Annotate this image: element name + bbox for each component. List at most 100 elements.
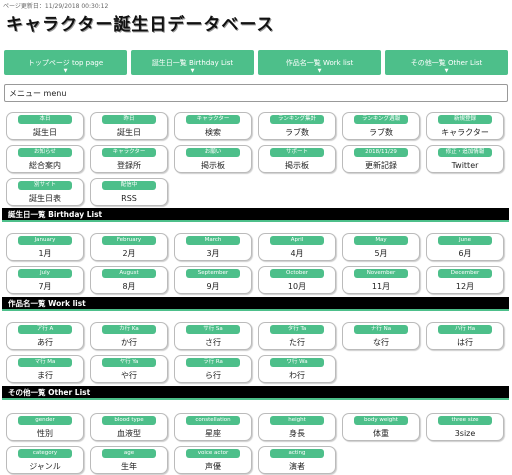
- kana-button[interactable]: サ行 Sa さ行: [174, 322, 252, 350]
- other-button[interactable]: age 生年: [90, 446, 168, 474]
- other-button[interactable]: voice actor 声優: [174, 446, 252, 474]
- kana-button[interactable]: ヤ行 Ya や行: [90, 355, 168, 383]
- kana-button-label: わ行: [289, 371, 305, 380]
- menu-button-tag: 修正・追加情報: [438, 148, 492, 157]
- menu-button[interactable]: 本日 誕生日: [6, 112, 84, 140]
- other-button-tag: category: [18, 449, 72, 458]
- month-button[interactable]: March 3月: [174, 233, 252, 261]
- month-button-label: 8月: [122, 282, 136, 291]
- kana-button[interactable]: ラ行 Ra ら行: [174, 355, 252, 383]
- top-navigation: トップページ top page ▼ 誕生日一覧 Birthday List ▼ 作品…: [4, 50, 508, 75]
- other-button-label: 身長: [289, 429, 305, 438]
- month-button[interactable]: April 4月: [258, 233, 336, 261]
- other-button-label: 生年: [121, 462, 137, 471]
- chevron-down-icon: ▼: [190, 68, 195, 74]
- kana-button-label: や行: [121, 371, 137, 380]
- menu-button-label: 誕生日: [33, 128, 57, 137]
- menu-button-tag: 別サイト: [18, 181, 72, 190]
- month-button-label: 3月: [206, 249, 220, 258]
- month-button-label: 11月: [371, 282, 391, 291]
- nav-work-list[interactable]: 作品名一覧 Work list ▼: [258, 50, 381, 75]
- kana-button[interactable]: カ行 Ka か行: [90, 322, 168, 350]
- menu-button-label: 掲示板: [285, 161, 309, 170]
- page-updated-timestamp: ページ更新日：11/29/2018 00:30:12: [3, 3, 109, 10]
- menu-button-label: ラブ数: [285, 128, 309, 137]
- kana-button-label: ま行: [37, 371, 53, 380]
- month-button[interactable]: October 10月: [258, 266, 336, 294]
- kana-button-label: か行: [121, 338, 137, 347]
- menu-button-tag: キャラクター: [102, 148, 156, 157]
- menu-button[interactable]: 修正・追加情報 Twitter: [426, 145, 504, 173]
- other-button[interactable]: gender 性別: [6, 413, 84, 441]
- menu-button-label: 総合案内: [29, 161, 61, 170]
- nav-top-page[interactable]: トップページ top page ▼: [4, 50, 127, 75]
- menu-button[interactable]: 新規登録 キャラクター: [426, 112, 504, 140]
- menu-button-label: 更新記録: [365, 161, 397, 170]
- kana-button[interactable]: マ行 Ma ま行: [6, 355, 84, 383]
- menu-button-tag: 本日: [18, 115, 72, 124]
- kana-button-tag: ア行 A: [18, 325, 72, 334]
- menu-button[interactable]: キャラクター 検索: [174, 112, 252, 140]
- chevron-down-icon: ▼: [63, 68, 68, 74]
- menu-button[interactable]: お願い 掲示板: [174, 145, 252, 173]
- kana-button[interactable]: ナ行 Na な行: [342, 322, 420, 350]
- other-button-label: 演者: [289, 462, 305, 471]
- month-button-tag: November: [354, 269, 408, 278]
- kana-button-label: さ行: [205, 338, 221, 347]
- menu-button[interactable]: 別サイト 誕生日表: [6, 178, 84, 206]
- other-button-label: 体重: [373, 429, 389, 438]
- other-button[interactable]: blood type 血液型: [90, 413, 168, 441]
- menu-button[interactable]: ランキング集計 ラブ数: [258, 112, 336, 140]
- month-button-label: 12月: [455, 282, 475, 291]
- nav-other-list[interactable]: その他一覧 Other List ▼: [385, 50, 508, 75]
- menu-button[interactable]: お知らせ 総合案内: [6, 145, 84, 173]
- month-button[interactable]: December 12月: [426, 266, 504, 294]
- menu-button-label: キャラクター: [441, 128, 489, 137]
- month-button[interactable]: June 6月: [426, 233, 504, 261]
- menu-button[interactable]: サポート 掲示板: [258, 145, 336, 173]
- menu-button[interactable]: キャラクター 登録所: [90, 145, 168, 173]
- nav-birthday-list[interactable]: 誕生日一覧 Birthday List ▼: [131, 50, 254, 75]
- menu-button-tag: 2018/11/29: [354, 148, 408, 157]
- other-button-tag: age: [102, 449, 156, 458]
- other-button[interactable]: constellation 星座: [174, 413, 252, 441]
- other-button-label: 声優: [205, 462, 221, 471]
- other-button-label: 性別: [37, 429, 53, 438]
- month-button-label: 1月: [38, 249, 52, 258]
- month-button[interactable]: November 11月: [342, 266, 420, 294]
- month-button[interactable]: February 2月: [90, 233, 168, 261]
- month-button-label: 9月: [206, 282, 220, 291]
- menu-button-tag: キャラクター: [186, 115, 240, 124]
- kana-button[interactable]: ワ行 Wa わ行: [258, 355, 336, 383]
- kana-button-tag: サ行 Sa: [186, 325, 240, 334]
- other-button-tag: three size: [438, 416, 492, 425]
- kana-button-tag: ヤ行 Ya: [102, 358, 156, 367]
- other-button[interactable]: acting 演者: [258, 446, 336, 474]
- month-button[interactable]: July 7月: [6, 266, 84, 294]
- other-button[interactable]: height 身長: [258, 413, 336, 441]
- site-title[interactable]: キャラクター誕生日データベース: [6, 10, 274, 35]
- other-button-tag: voice actor: [186, 449, 240, 458]
- month-button[interactable]: May 5月: [342, 233, 420, 261]
- other-button[interactable]: category ジャンル: [6, 446, 84, 474]
- kana-button-tag: ラ行 Ra: [186, 358, 240, 367]
- other-button[interactable]: three size 3size: [426, 413, 504, 441]
- menu-button[interactable]: 配信中 RSS: [90, 178, 168, 206]
- menu-button[interactable]: 2018/11/29 更新記録: [342, 145, 420, 173]
- month-button[interactable]: August 8月: [90, 266, 168, 294]
- kana-button-tag: マ行 Ma: [18, 358, 72, 367]
- month-button-tag: January: [18, 236, 72, 245]
- kana-button[interactable]: ハ行 Ha は行: [426, 322, 504, 350]
- menu-button[interactable]: ランキング週報 ラブ数: [342, 112, 420, 140]
- month-button[interactable]: September 9月: [174, 266, 252, 294]
- month-button-tag: August: [102, 269, 156, 278]
- other-button[interactable]: body weight 体重: [342, 413, 420, 441]
- menu-button[interactable]: 昨日 誕生日: [90, 112, 168, 140]
- month-button[interactable]: January 1月: [6, 233, 84, 261]
- month-button-label: 10月: [287, 282, 307, 291]
- kana-button[interactable]: ア行 A あ行: [6, 322, 84, 350]
- kana-button[interactable]: タ行 Ta た行: [258, 322, 336, 350]
- menu-header: メニュー menu: [4, 84, 508, 102]
- section-heading-work: 作品名一覧 Work list: [2, 297, 509, 311]
- other-button-label: 星座: [205, 429, 221, 438]
